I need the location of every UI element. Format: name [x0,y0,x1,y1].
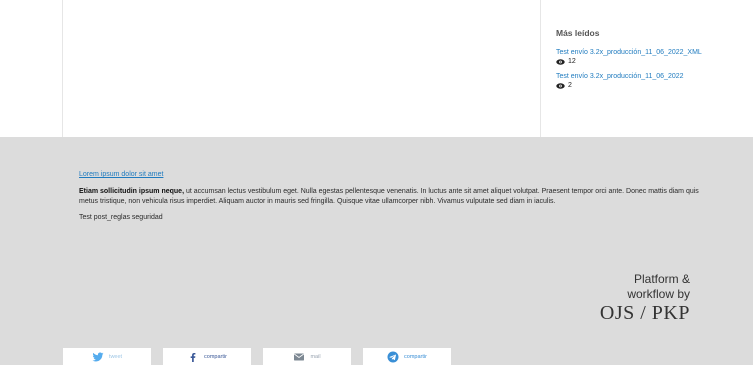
facebook-icon [190,352,196,362]
most-read-title: Más leídos [556,28,600,38]
telegram-share-button[interactable]: compartir [363,348,451,365]
views-count: 2 [556,81,726,90]
page: Más leídos Test envío 3.2x_producción_11… [0,0,753,365]
facebook-share-label: compartir [204,353,227,360]
main-area: Más leídos Test envío 3.2x_producción_11… [0,0,753,137]
pkp-brand[interactable]: Platform & workflow by OJS / PKP [600,272,690,324]
brand-line-2: workflow by [627,287,690,301]
brand-line-1: Platform & [633,272,690,286]
share-bar: tweet compartir mail compartir [63,348,451,365]
mail-share-label: mail [310,353,321,360]
ojs-pkp-logo: OJS / PKP [599,302,690,324]
facebook-share-button[interactable]: compartir [163,348,251,365]
telegram-icon [387,351,399,362]
eye-icon [556,58,565,65]
views-value: 12 [568,58,576,65]
mail-share-button[interactable]: mail [263,348,351,365]
telegram-share-label: compartir [404,353,427,360]
footer-content: Lorem ipsum dolor sit amet Etiam sollici… [79,163,699,221]
most-read-block: Más leídos Test envío 3.2x_producción_11… [556,28,726,96]
footer-paragraph: Etiam sollicitudin ipsum neque, ut accum… [79,187,699,206]
footer-test-text: Test post_reglas seguridad [79,214,163,221]
most-read-item: Test envío 3.2x_producción_11_06_2022 2 [556,72,726,90]
tweet-label: tweet [108,353,123,360]
twitter-icon [92,352,104,361]
site-footer: Lorem ipsum dolor sit amet Etiam sollici… [0,137,753,365]
main-content-column [62,0,541,137]
most-read-item: Test envío 3.2x_producción_11_06_2022_XM… [556,48,726,66]
views-value: 2 [568,82,572,89]
footer-link[interactable]: Lorem ipsum dolor sit amet [79,171,163,178]
mail-icon [294,353,305,360]
most-read-link[interactable]: Test envío 3.2x_producción_11_06_2022 [556,72,726,81]
views-count: 12 [556,57,726,66]
footer-paragraph-bold: Etiam sollicitudin ipsum neque, [79,188,185,195]
most-read-link[interactable]: Test envío 3.2x_producción_11_06_2022_XM… [556,48,726,57]
tweet-button[interactable]: tweet [63,348,151,365]
eye-icon [556,82,565,89]
